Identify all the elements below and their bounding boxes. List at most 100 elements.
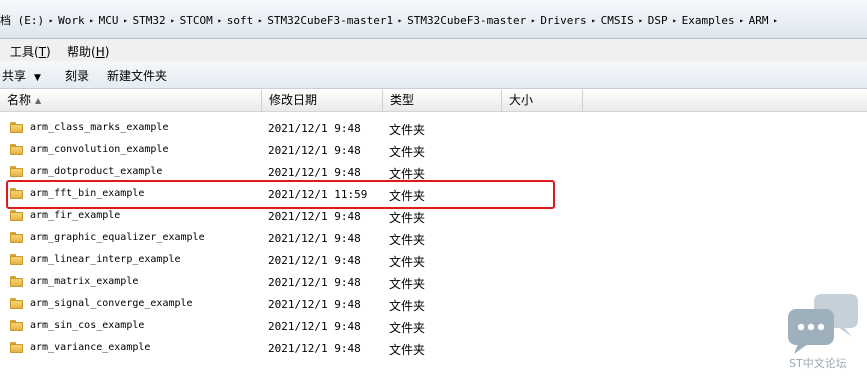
file-name: arm_graphic_equalizer_example bbox=[30, 232, 205, 243]
file-type: 文件夹 bbox=[389, 145, 426, 159]
breadcrumb-item[interactable]: MCU bbox=[99, 14, 119, 27]
breadcrumb-item[interactable]: STM32 bbox=[133, 14, 166, 27]
file-type: 文件夹 bbox=[389, 277, 426, 291]
column-header-size[interactable]: 大小 bbox=[502, 90, 583, 111]
column-header-modified[interactable]: 修改日期 bbox=[262, 90, 383, 111]
breadcrumb-item[interactable]: STCOM bbox=[180, 14, 213, 27]
file-type: 文件夹 bbox=[389, 123, 426, 137]
share-label: 共享 bbox=[2, 69, 27, 83]
highlight-box bbox=[6, 180, 555, 209]
file-name: arm_class_marks_example bbox=[30, 122, 169, 133]
file-modified: 2021/12/1 9:48 bbox=[268, 210, 361, 223]
chevron-right-icon[interactable]: ▸ bbox=[166, 13, 180, 29]
file-name: arm_variance_example bbox=[30, 342, 151, 353]
file-name: arm_fir_example bbox=[30, 210, 121, 221]
folder-icon bbox=[10, 276, 23, 287]
chevron-right-icon[interactable]: ▸ bbox=[526, 13, 540, 29]
chevron-right-icon[interactable]: ▸ bbox=[393, 13, 407, 29]
breadcrumb-item[interactable]: CMSIS bbox=[601, 14, 634, 27]
breadcrumb-item[interactable]: Drivers bbox=[540, 14, 586, 27]
column-size-label: 大小 bbox=[509, 93, 534, 107]
file-modified: 2021/12/1 9:48 bbox=[268, 276, 361, 289]
file-row[interactable]: arm_convolution_example 2021/12/1 9:48 文件夹 bbox=[0, 140, 600, 162]
sort-ascending-icon: ▲ bbox=[35, 96, 42, 105]
file-modified: 2021/12/1 9:48 bbox=[268, 144, 361, 157]
command-bar: 共享 ▼ 刻录 新建文件夹 bbox=[0, 61, 867, 89]
file-name: arm_convolution_example bbox=[30, 144, 169, 155]
breadcrumb-item[interactable]: Work bbox=[58, 14, 85, 27]
folder-icon bbox=[10, 144, 23, 155]
file-modified: 2021/12/1 9:48 bbox=[268, 298, 361, 311]
chevron-right-icon[interactable]: ▸ bbox=[85, 13, 99, 29]
file-row[interactable]: arm_graphic_equalizer_example 2021/12/1 9… bbox=[0, 228, 600, 250]
breadcrumb[interactable]: 档 (E:) ▸ Work ▸ MCU ▸ STM32 ▸ STCOM ▸ soft ▸ STM32Cu… bbox=[0, 13, 783, 29]
column-header-type[interactable]: 类型 bbox=[383, 90, 502, 111]
breadcrumb-item[interactable]: DSP bbox=[648, 14, 668, 27]
chevron-right-icon[interactable]: ▸ bbox=[213, 13, 227, 29]
folder-icon bbox=[10, 298, 23, 309]
chevron-right-icon[interactable]: ▸ bbox=[634, 13, 648, 29]
chevron-right-icon[interactable]: ▸ bbox=[668, 13, 682, 29]
menu-tools-key: T bbox=[38, 45, 47, 59]
file-row[interactable]: arm_signal_converge_example 2021/12/1 9:4… bbox=[0, 294, 600, 316]
file-modified: 2021/12/1 9:48 bbox=[268, 254, 361, 267]
chevron-right-icon[interactable]: ▸ bbox=[587, 13, 601, 29]
column-modified-label: 修改日期 bbox=[269, 93, 318, 107]
folder-icon bbox=[10, 254, 23, 265]
breadcrumb-item[interactable]: STM32CubeF3-master1 bbox=[267, 14, 393, 27]
file-name: arm_matrix_example bbox=[30, 276, 139, 287]
watermark-text: ST中文论坛 bbox=[789, 357, 847, 370]
breadcrumb-item[interactable]: 档 (E:) bbox=[0, 14, 44, 27]
folder-icon bbox=[10, 342, 23, 353]
file-name: arm_linear_interp_example bbox=[30, 254, 181, 265]
column-header: 名称 ▲ 修改日期 类型 大小 bbox=[0, 90, 867, 112]
new-folder-button[interactable]: 新建文件夹 bbox=[107, 67, 167, 84]
file-row[interactable]: arm_sin_cos_example 2021/12/1 9:48 文件夹 bbox=[0, 316, 600, 338]
file-type: 文件夹 bbox=[389, 299, 426, 313]
file-type: 文件夹 bbox=[389, 343, 426, 357]
file-name: arm_signal_converge_example bbox=[30, 298, 193, 309]
menu-help[interactable]: 帮助(H) bbox=[67, 43, 109, 60]
menu-bar: 工具(T) 帮助(H) bbox=[0, 39, 867, 61]
menu-tools[interactable]: 工具(T) bbox=[10, 43, 51, 60]
column-header-name[interactable]: 名称 ▲ bbox=[0, 90, 262, 111]
file-type: 文件夹 bbox=[389, 233, 426, 247]
address-bar[interactable]: 档 (E:) ▸ Work ▸ MCU ▸ STM32 ▸ STCOM ▸ soft ▸ STM32Cu… bbox=[0, 0, 867, 39]
breadcrumb-item[interactable]: ARM bbox=[749, 14, 769, 27]
file-row[interactable]: arm_fir_example 2021/12/1 9:48 文件夹 bbox=[0, 206, 600, 228]
folder-icon bbox=[10, 232, 23, 243]
file-row[interactable]: arm_linear_interp_example 2021/12/1 9:48 文… bbox=[0, 250, 600, 272]
breadcrumb-item[interactable]: soft bbox=[227, 14, 254, 27]
folder-icon bbox=[10, 122, 23, 133]
file-type: 文件夹 bbox=[389, 211, 426, 225]
file-modified: 2021/12/1 9:48 bbox=[268, 320, 361, 333]
file-name: arm_sin_cos_example bbox=[30, 320, 145, 331]
file-row[interactable]: arm_variance_example 2021/12/1 9:48 文件夹 bbox=[0, 338, 600, 360]
file-row[interactable]: arm_matrix_example 2021/12/1 9:48 文件夹 bbox=[0, 272, 600, 294]
column-name-label: 名称 bbox=[7, 93, 32, 107]
new-folder-label: 新建文件夹 bbox=[107, 69, 168, 83]
file-modified: 2021/12/1 9:48 bbox=[268, 122, 361, 135]
burn-button[interactable]: 刻录 bbox=[65, 67, 89, 84]
chevron-right-icon[interactable]: ▸ bbox=[735, 13, 749, 29]
menu-help-label: 帮助 bbox=[67, 45, 92, 59]
chevron-right-icon[interactable]: ▸ bbox=[119, 13, 133, 29]
file-row[interactable]: arm_class_marks_example 2021/12/1 9:48 文件夹 bbox=[0, 118, 600, 140]
folder-icon bbox=[10, 320, 23, 331]
chevron-right-icon[interactable]: ▸ bbox=[44, 13, 58, 29]
burn-label: 刻录 bbox=[65, 69, 90, 83]
chevron-right-icon[interactable]: ▸ bbox=[253, 13, 267, 29]
dropdown-caret-icon: ▼ bbox=[34, 73, 41, 83]
breadcrumb-item[interactable]: Examples bbox=[682, 14, 735, 27]
share-button[interactable]: 共享 ▼ bbox=[2, 67, 41, 84]
file-name: arm_dotproduct_example bbox=[30, 166, 163, 177]
menu-help-key: H bbox=[95, 45, 105, 59]
folder-icon bbox=[10, 210, 23, 221]
file-type: 文件夹 bbox=[389, 255, 426, 269]
chevron-right-icon[interactable]: ▸ bbox=[769, 13, 783, 29]
folder-icon bbox=[10, 166, 23, 177]
file-modified: 2021/12/1 9:48 bbox=[268, 232, 361, 245]
column-type-label: 类型 bbox=[390, 93, 415, 107]
breadcrumb-item[interactable]: STM32CubeF3-master bbox=[407, 14, 526, 27]
file-type: 文件夹 bbox=[389, 321, 426, 335]
